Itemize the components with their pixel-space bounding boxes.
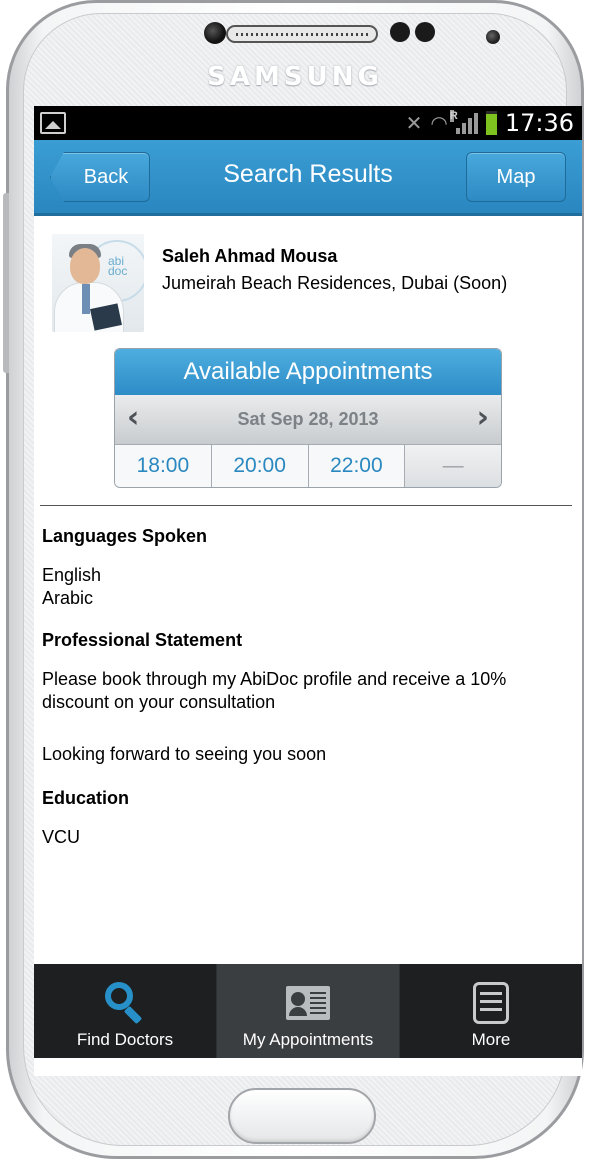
app-header: Back Search Results Map bbox=[34, 140, 582, 216]
search-icon bbox=[103, 982, 147, 1025]
tab-find-doctors[interactable]: Find Doctors bbox=[34, 964, 217, 1058]
status-clock: 17:36 bbox=[504, 109, 574, 137]
tab-label: More bbox=[471, 1030, 511, 1049]
id-card-icon bbox=[286, 982, 330, 1024]
doctor-name: Saleh Ahmad Mousa bbox=[162, 246, 338, 266]
earpiece-speaker bbox=[226, 25, 378, 43]
status-bar: ✕ ◠ R 17:36 bbox=[34, 106, 582, 140]
time-slot-empty: — bbox=[405, 445, 501, 487]
gallery-notification-icon bbox=[40, 112, 66, 134]
front-camera-icon bbox=[204, 22, 226, 44]
time-slot[interactable]: 18:00 bbox=[115, 445, 212, 487]
secondary-camera-icon bbox=[486, 30, 500, 44]
tab-label: My Appointments bbox=[242, 1030, 374, 1049]
wifi-icon: ◠ bbox=[430, 111, 448, 135]
time-slots: 18:00 20:00 22:00 — bbox=[115, 445, 501, 487]
section-divider bbox=[40, 505, 572, 506]
battery-icon bbox=[485, 111, 497, 135]
home-button[interactable] bbox=[228, 1088, 376, 1144]
proximity-sensor bbox=[390, 22, 410, 42]
menu-icon bbox=[469, 982, 513, 1024]
abidoc-logo-text: abi doc bbox=[108, 254, 128, 278]
time-slot[interactable]: 20:00 bbox=[211, 445, 309, 487]
bottom-tab-bar: Find Doctors My Appointments More bbox=[34, 964, 582, 1058]
map-button[interactable]: Map bbox=[466, 152, 566, 202]
selected-date: Sat Sep 28, 2013 bbox=[237, 409, 379, 429]
roaming-badge: R bbox=[449, 110, 458, 122]
side-volume-button bbox=[3, 193, 9, 373]
mute-icon: ✕ bbox=[405, 111, 423, 135]
doctor-address: Jumeirah Beach Residences, Dubai (Soon) bbox=[162, 273, 508, 293]
next-date-chevron-icon[interactable]: › bbox=[477, 403, 489, 433]
light-sensor bbox=[415, 22, 435, 42]
appointments-widget: Available Appointments ‹ Sat Sep 28, 201… bbox=[114, 348, 502, 488]
previous-date-chevron-icon[interactable]: ‹ bbox=[127, 403, 139, 433]
signal-icon: R bbox=[449, 110, 478, 134]
language-item: English bbox=[42, 565, 102, 585]
app-screen: ✕ ◠ R 17:36 Back Search Results Map abi d… bbox=[34, 106, 582, 1076]
statement-heading: Professional Statement bbox=[42, 630, 243, 650]
education-heading: Education bbox=[42, 788, 130, 808]
doctor-head bbox=[70, 248, 100, 284]
doctor-photo: abi doc bbox=[52, 234, 144, 332]
tab-more[interactable]: More bbox=[400, 964, 582, 1058]
date-selector: ‹ Sat Sep 28, 2013 › bbox=[115, 395, 501, 445]
languages-heading: Languages Spoken bbox=[42, 526, 208, 546]
tab-label: Find Doctors bbox=[76, 1030, 174, 1049]
device-brand-logo: SAMSUNG bbox=[207, 62, 383, 92]
doctor-tie bbox=[82, 284, 90, 314]
education-value: VCU bbox=[42, 827, 81, 847]
status-icons: ✕ ◠ R 17:36 bbox=[406, 108, 574, 138]
map-button-label: Map bbox=[496, 165, 536, 188]
appointments-title: Available Appointments bbox=[115, 349, 501, 395]
tab-my-appointments[interactable]: My Appointments bbox=[217, 964, 400, 1058]
time-slot[interactable]: 22:00 bbox=[308, 445, 406, 487]
statement-paragraph-2: Looking forward to seeing you soon bbox=[42, 744, 327, 764]
language-item: Arabic bbox=[42, 588, 94, 608]
statement-paragraph: Please book through my AbiDoc profile an… bbox=[42, 669, 507, 712]
